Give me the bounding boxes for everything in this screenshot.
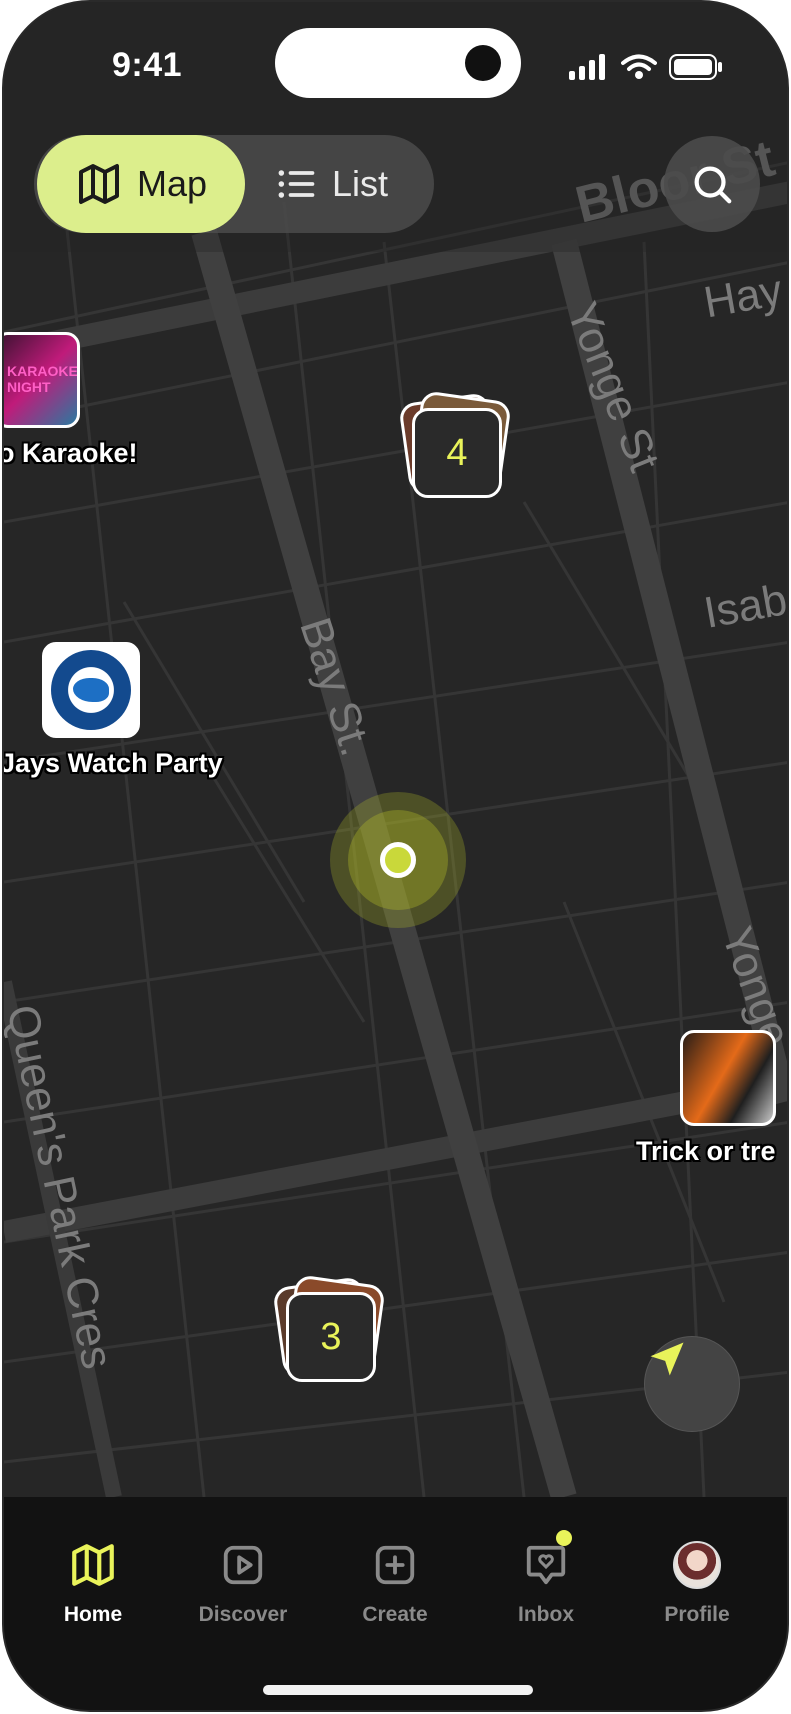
nav-item-home[interactable]: Home: [28, 1537, 158, 1627]
blue-jays-logo: [51, 650, 131, 730]
nav-label-profile: Profile: [664, 1603, 730, 1626]
status-bar: 9:41: [4, 2, 787, 132]
nav-label-inbox: Inbox: [518, 1603, 574, 1626]
event-pin-karaoke[interactable]: KARAOKE NIGHT: [4, 332, 80, 428]
camera-icon: [465, 45, 501, 81]
list-view-tab[interactable]: List: [274, 135, 388, 233]
wifi-icon: [621, 54, 657, 79]
event-pin-trick-or-treat[interactable]: [680, 1030, 776, 1126]
event-label-blue-jays[interactable]: Jays Watch Party: [4, 748, 223, 779]
nav-label-create: Create: [362, 1603, 428, 1626]
nav-label-home: Home: [63, 1603, 123, 1626]
status-time: 9:41: [112, 46, 183, 84]
cluster-count: 4: [412, 408, 502, 498]
search-button[interactable]: [664, 136, 760, 232]
event-label-karaoke[interactable]: o Karaoke!: [4, 438, 138, 469]
plus-square-icon: [375, 1545, 415, 1585]
map-icon: [72, 1544, 114, 1586]
home-indicator: [263, 1685, 533, 1695]
nav-item-profile[interactable]: Profile: [632, 1537, 762, 1627]
status-icons: [569, 54, 723, 80]
nav-item-discover[interactable]: Discover: [178, 1537, 308, 1627]
nav-label-discover: Discover: [198, 1603, 288, 1626]
current-location-dot: [380, 842, 416, 878]
nav-item-create[interactable]: Create: [330, 1537, 460, 1627]
map-tab-label: Map: [136, 163, 208, 204]
play-icon: [223, 1545, 263, 1585]
bottom-nav: Home Discover Create Inbox Profile: [4, 1497, 787, 1710]
event-pin-blue-jays[interactable]: [42, 642, 140, 738]
search-icon: [694, 166, 732, 204]
nav-item-inbox[interactable]: Inbox: [481, 1530, 611, 1627]
battery-icon: [669, 54, 722, 80]
event-cluster[interactable]: 3: [272, 1274, 386, 1382]
view-toggle: Map List: [34, 135, 434, 233]
dynamic-island: [275, 28, 521, 98]
signal-icon: [569, 54, 605, 80]
heart-message-icon: [526, 1545, 566, 1585]
map-view-tab[interactable]: Map: [37, 135, 245, 233]
notification-badge: [556, 1530, 572, 1546]
cluster-count: 3: [286, 1292, 376, 1382]
karaoke-thumbnail: KARAOKE NIGHT: [7, 363, 78, 395]
navigation-arrow-icon: [650, 1342, 684, 1376]
recenter-location-button[interactable]: [644, 1336, 740, 1432]
list-icon: [278, 170, 315, 198]
event-label-trick-or-treat[interactable]: Trick or tre: [636, 1136, 776, 1167]
event-cluster[interactable]: 4: [398, 390, 512, 498]
avatar: [673, 1541, 721, 1589]
map-icon: [78, 164, 119, 204]
phone-frame: Yonge St Bay St. Queen's Park Cres Yonge…: [2, 0, 789, 1712]
list-tab-label: List: [332, 163, 389, 204]
